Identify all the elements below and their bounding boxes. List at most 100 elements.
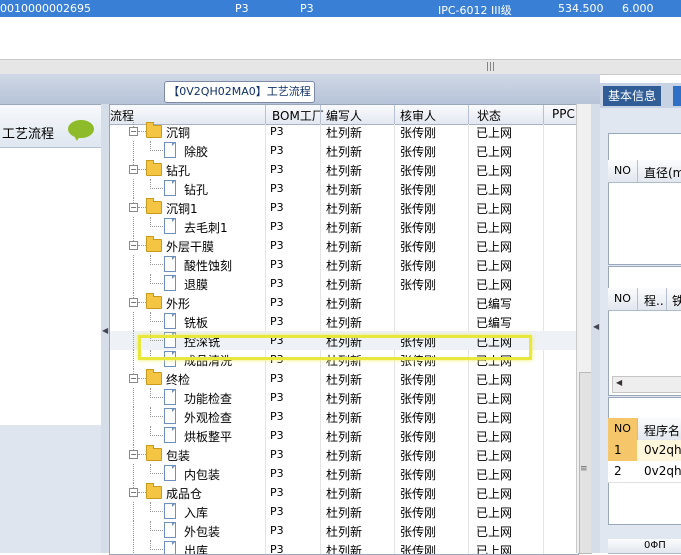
sec2-col-no[interactable]: NO (614, 292, 631, 305)
sec3-row-name: 0v2qh0 (644, 464, 681, 478)
top-row-code: 0010000002695 (0, 2, 91, 15)
table-row[interactable]: 外包装 P3 杜列新 张传刚 已上网 (110, 521, 578, 540)
sec3-row-no: 2 (614, 464, 622, 478)
process-tree-grid: 流程 BOM工厂 编写人 核审人 状态 PPC − 沉铜 P3 杜列新 张传刚 已上网 除胶… (109, 104, 579, 555)
reviewer: 张传刚 (400, 430, 437, 444)
bom-factory: P3 (270, 448, 284, 461)
status: 已编写 (476, 316, 513, 330)
process-name: 成品仓 (166, 487, 203, 501)
collapse-left-icon[interactable]: ◀ (102, 326, 108, 335)
collapse-toggle-icon[interactable]: − (129, 488, 138, 497)
reviewer: 张传刚 (400, 506, 437, 520)
collapse-toggle-icon[interactable]: − (129, 298, 138, 307)
bom-factory: P3 (270, 258, 284, 271)
right-section-2-hscrollbar[interactable]: ◀ (612, 376, 681, 393)
reviewer: 张传刚 (400, 373, 437, 387)
bom-factory: P3 (270, 239, 284, 252)
bom-factory: P3 (270, 410, 284, 423)
sec2-col-program[interactable]: 程.. (644, 292, 664, 309)
status: 已上网 (476, 202, 513, 216)
sec3-row[interactable]: 1 0v2qh0 (608, 440, 681, 462)
collapse-toggle-icon[interactable]: − (129, 241, 138, 250)
status: 已上网 (476, 183, 513, 197)
horizontal-splitter[interactable]: ||| (0, 59, 681, 75)
sec3-col-no[interactable]: NO (614, 422, 631, 435)
table-row[interactable]: 酸性蚀刻 P3 杜列新 张传刚 已上网 (110, 255, 578, 274)
sec1-col-diameter[interactable]: 直径(m (644, 164, 681, 181)
table-row[interactable]: 退膜 P3 杜列新 张传刚 已上网 (110, 274, 578, 293)
table-row[interactable]: − 沉铜1 P3 杜列新 张传刚 已上网 (110, 198, 578, 217)
grid-vertical-scrollbar[interactable]: ≡ (576, 104, 592, 554)
right-section-1-header: NO 直径(m (608, 160, 681, 183)
folder-icon (146, 160, 162, 176)
bom-factory: P3 (270, 391, 284, 404)
reviewer: 张传刚 (400, 449, 437, 463)
table-row[interactable]: − 外层干膜 P3 杜列新 张传刚 已上网 (110, 236, 578, 255)
document-icon (164, 427, 176, 443)
scroll-left-icon[interactable]: ◀ (616, 378, 622, 387)
table-row[interactable]: − 外形 P3 杜列新 已编写 (110, 293, 578, 312)
writer: 杜列新 (326, 525, 363, 539)
top-row-val1: 534.500 (558, 2, 604, 15)
tab-basic-info[interactable]: 基本信息 (603, 86, 661, 106)
process-name: 终检 (166, 373, 191, 387)
status: 已上网 (476, 487, 513, 501)
process-name: 退膜 (184, 278, 209, 292)
sec3-col-program-name[interactable]: 程序名 (644, 422, 680, 439)
top-grid-empty (0, 17, 681, 59)
table-row[interactable]: 烘板整平 P3 杜列新 张传刚 已上网 (110, 426, 578, 445)
bom-factory: P3 (270, 182, 284, 195)
grip-icon: ≡ (580, 464, 588, 474)
table-row[interactable]: 内包装 P3 杜列新 张传刚 已上网 (110, 464, 578, 483)
writer: 杜列新 (326, 506, 363, 520)
sec1-col-no[interactable]: NO (614, 164, 631, 177)
process-name: 功能检查 (184, 392, 233, 406)
status: 已上网 (476, 240, 513, 254)
writer: 杜列新 (326, 164, 363, 178)
table-row[interactable]: 除胶 P3 杜列新 张传刚 已上网 (110, 141, 578, 160)
reviewer: 张传刚 (400, 411, 437, 425)
collapse-toggle-icon[interactable]: − (129, 450, 138, 459)
sec2-col-iron[interactable]: 铁 (672, 292, 681, 309)
table-row[interactable]: 功能检查 P3 杜列新 张传刚 已上网 (110, 388, 578, 407)
table-row[interactable]: − 终检 P3 杜列新 张传刚 已上网 (110, 369, 578, 388)
document-icon (164, 256, 176, 272)
reviewer: 张传刚 (400, 544, 437, 555)
table-row[interactable]: 外观检查 P3 杜列新 张传刚 已上网 (110, 407, 578, 426)
left-panel: 工艺流程 (0, 104, 102, 426)
status: 已编写 (476, 297, 513, 311)
table-row[interactable]: 铣板 P3 杜列新 已编写 (110, 312, 578, 331)
table-row[interactable]: − 沉铜 P3 杜列新 张传刚 已上网 (110, 122, 578, 141)
table-row[interactable]: − 钻孔 P3 杜列新 张传刚 已上网 (110, 160, 578, 179)
table-row[interactable]: 去毛刺1 P3 杜列新 张传刚 已上网 (110, 217, 578, 236)
collapse-toggle-icon[interactable]: − (129, 127, 138, 136)
col-header-ppc[interactable]: PPC (552, 107, 575, 121)
writer: 杜列新 (326, 221, 363, 235)
status: 已上网 (476, 221, 513, 235)
document-icon (164, 313, 176, 329)
top-row-site: P3 (300, 2, 314, 15)
writer: 杜列新 (326, 449, 363, 463)
document-icon (164, 389, 176, 405)
table-row[interactable]: − 成品仓 P3 杜列新 张传刚 已上网 (110, 483, 578, 502)
tab-next[interactable] (673, 86, 681, 106)
table-row[interactable]: 钻孔 P3 杜列新 张传刚 已上网 (110, 179, 578, 198)
reviewer: 张传刚 (400, 202, 437, 216)
left-splitter[interactable]: ◀ (101, 104, 109, 553)
bom-factory: P3 (270, 163, 284, 176)
reviewer: 张传刚 (400, 126, 437, 140)
collapse-right-icon[interactable]: ◀ (593, 322, 599, 331)
document-icon (164, 408, 176, 424)
table-row[interactable]: 入库 P3 杜列新 张传刚 已上网 (110, 502, 578, 521)
collapse-toggle-icon[interactable]: − (129, 165, 138, 174)
process-name: 入库 (184, 506, 209, 520)
selected-top-row[interactable]: 0010000002695 P3 P3 IPC-6012 III级 534.50… (0, 0, 681, 17)
sec3-row[interactable]: 2 0v2qh0 (608, 461, 681, 483)
reviewer: 张传刚 (400, 164, 437, 178)
comment-bubble-icon[interactable] (68, 120, 94, 141)
collapse-toggle-icon[interactable]: − (129, 374, 138, 383)
highlight-annotation (138, 335, 532, 360)
table-row[interactable]: − 包装 P3 杜列新 张传刚 已上网 (110, 445, 578, 464)
writer: 杜列新 (326, 487, 363, 501)
collapse-toggle-icon[interactable]: − (129, 203, 138, 212)
